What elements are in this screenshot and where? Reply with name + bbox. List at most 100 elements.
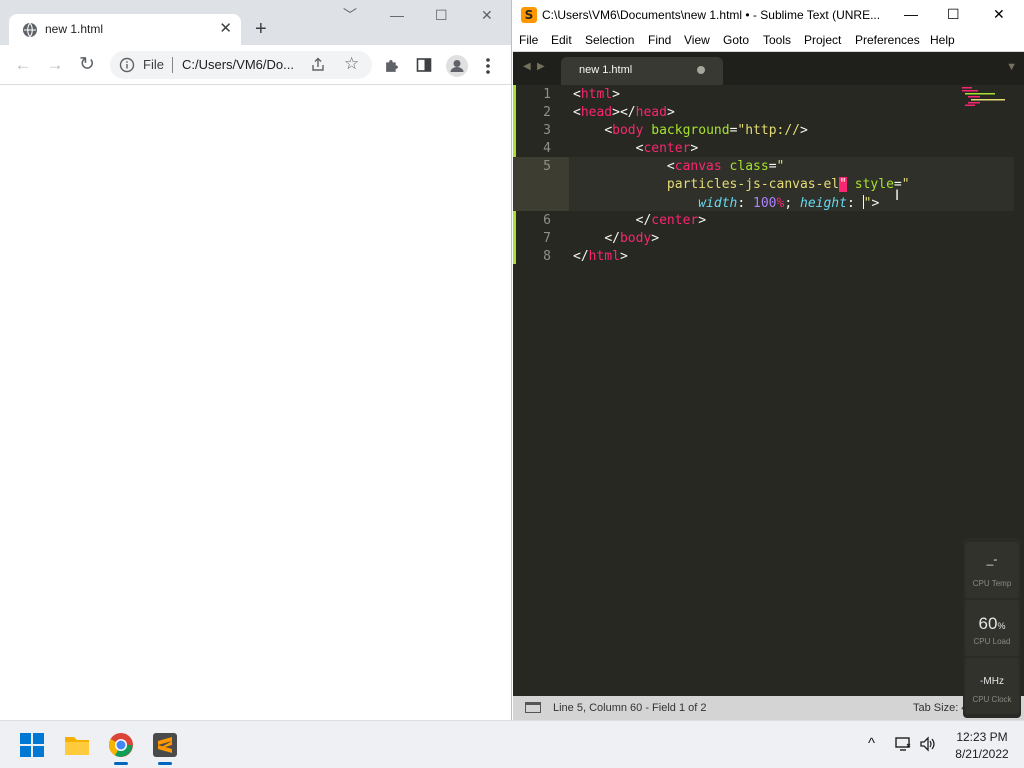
line-number: 3 [543,123,551,138]
line-number: 6 [543,213,551,228]
cpu-temp-value: _- [986,552,998,566]
chrome-icon[interactable] [107,731,135,759]
unsaved-dot-icon[interactable] [697,66,705,74]
clock-time[interactable]: 12:23 PM [948,730,1016,744]
puzzle-icon[interactable] [384,57,401,74]
panel-toggle-icon[interactable] [525,702,541,713]
menu-preferences[interactable]: Preferences [855,33,920,47]
sublime-text-icon[interactable] [151,731,179,759]
chevron-up-icon[interactable]: ^ [868,735,875,752]
code-token: : [737,196,754,211]
minimize-button[interactable]: — [390,6,404,24]
cpu-load-unit: % [997,621,1006,631]
code-line-4: <center> [573,141,699,156]
info-icon[interactable] [119,57,135,73]
cpu-gadget: _- CPU Temp 60% CPU Load -MHz CPU Clock [963,538,1021,718]
cpu-load-cell: 60% CPU Load [965,600,1019,656]
line-number: 2 [543,105,551,120]
code-token: background [651,123,730,138]
cpu-temp-cell: _- CPU Temp [965,542,1019,598]
line-number: 1 [543,87,551,102]
new-tab-button[interactable]: + [255,17,267,41]
close-window-button[interactable]: ✕ [481,6,493,24]
close-window-button[interactable]: ✕ [993,5,1005,23]
code-token: > [612,87,620,102]
chrome-tab[interactable]: new 1.html ✕ [9,14,241,45]
menu-file[interactable]: File [519,33,538,47]
share-icon[interactable] [310,56,326,72]
cpu-clock-label: CPU Clock [972,695,1012,704]
editor-tab[interactable]: new 1.html [561,57,723,85]
bookmark-star-icon[interactable]: ☆ [344,54,359,74]
address-bar[interactable]: File C:/Users/VM6/Do... ☆ [110,51,372,79]
editor-tab-bar: ◀ ▶ new 1.html ▼ [513,52,1024,85]
kebab-menu-icon[interactable] [484,57,492,75]
menu-find[interactable]: Find [648,33,671,47]
code-line-2: <head></head> [573,105,675,120]
cpu-clock-value: -MHz [965,676,1019,687]
volume-icon[interactable] [919,736,937,752]
sublime-titlebar: S C:\Users\VM6\Documents\new 1.html • - … [513,0,1024,30]
menu-edit[interactable]: Edit [551,33,572,47]
menu-tools[interactable]: Tools [763,33,791,47]
sublime-window: S C:\Users\VM6\Documents\new 1.html • - … [513,0,1024,720]
back-icon[interactable]: ← [12,54,34,76]
code-token: head [635,105,667,120]
avatar [450,60,464,72]
menu-goto[interactable]: Goto [723,33,749,47]
maximize-button[interactable]: ☐ [435,6,448,24]
forward-icon[interactable]: → [44,54,66,76]
code-token: html [580,87,613,102]
editor-tab-label: new 1.html [579,64,633,76]
tab-size[interactable]: Tab Size: 4 [913,702,967,714]
line-number: 5 [543,159,551,174]
code-token: < [604,123,613,138]
cursor-position: Line 5, Column 60 - Field 1 of 2 [553,702,707,714]
network-icon[interactable] [894,736,912,752]
code-editor[interactable]: 1 2 3 4 5 6 7 8 <html> <head></head> <bo… [513,85,1024,696]
tab-prev-icon[interactable]: ◀ [523,61,531,72]
chrome-window: new 1.html ✕ + ﹀ — ☐ ✕ ← → ↻ File C:/Use… [0,0,512,720]
cpu-clock-unit: MHz [983,676,1004,687]
menu-selection[interactable]: Selection [585,33,634,47]
profile-icon[interactable] [446,55,468,77]
start-icon[interactable] [18,731,46,759]
code-token: "http:// [737,123,801,138]
sidepanel-icon[interactable] [416,57,432,73]
code-token: " [901,177,910,192]
tab-search-icon[interactable]: ﹀ [343,6,357,24]
code-line-1: <html> [573,87,620,102]
code-token: width [698,196,738,211]
url-text[interactable]: C:/Users/VM6/Do... [182,57,294,72]
menu-help[interactable]: Help [930,33,955,47]
sublime-logo-icon: S [521,7,537,23]
reload-icon[interactable]: ↻ [76,54,98,76]
cpu-load-value: 60% [965,614,1019,634]
menu-view[interactable]: View [684,33,710,47]
minimize-button[interactable]: — [904,5,918,23]
file-explorer-icon[interactable] [63,731,91,759]
maximize-button[interactable]: ☐ [947,5,960,23]
line-number: 7 [543,231,551,246]
menu-project[interactable]: Project [804,33,841,47]
clock-date[interactable]: 8/21/2022 [948,747,1016,761]
minimap[interactable] [962,85,1008,107]
code-token: < [573,87,581,102]
code-token: head [580,105,613,120]
code-line-7: </body> [573,231,659,246]
code-token: < [666,159,675,174]
code-line-3: <body background="http://> [573,123,808,138]
code-token: </ [635,213,652,228]
tab-next-icon[interactable]: ▶ [537,61,545,72]
tab-title: new 1.html [45,22,104,36]
code-token: > [619,249,628,264]
chrome-tab-strip: new 1.html ✕ + ﹀ — ☐ ✕ [0,0,511,45]
tab-close-icon[interactable]: ✕ [219,20,232,38]
page-viewport[interactable] [0,85,511,720]
tab-list-dropdown-icon[interactable]: ▼ [1006,61,1017,73]
